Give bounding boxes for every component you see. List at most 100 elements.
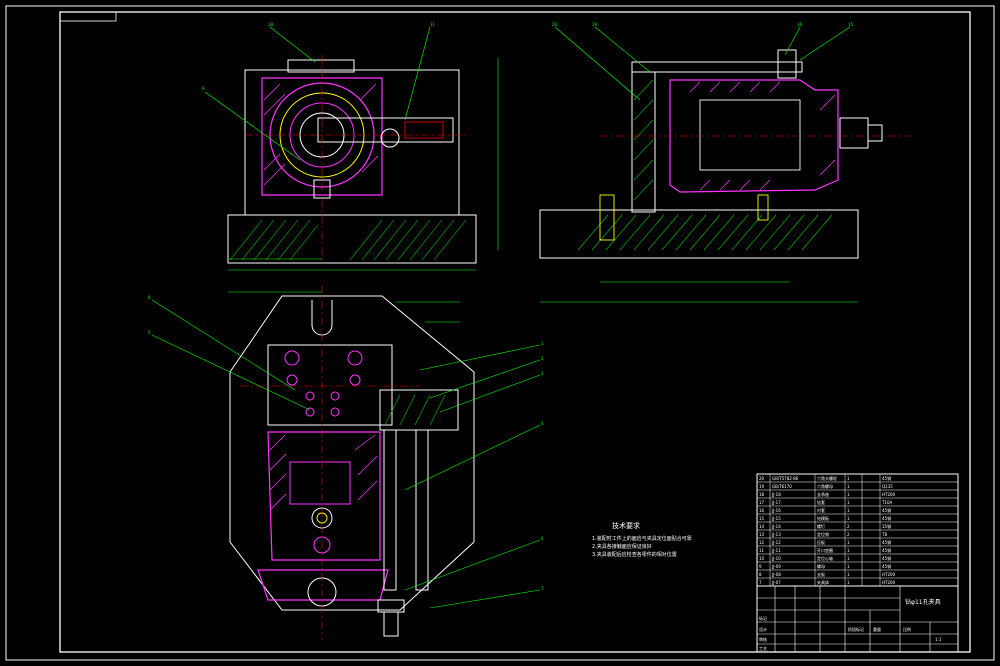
callout-3: 3 [541, 371, 544, 376]
title-label-mark: 标记 [759, 615, 767, 621]
title-label-design: 设计 [759, 626, 767, 632]
bom-cell: 45钢 [882, 475, 891, 481]
bom-cell: 20 [759, 476, 765, 481]
bom-cell: 六角螺母 [817, 483, 833, 489]
front-view-leader-2 [429, 359, 541, 399]
bom-cell: 1 [847, 500, 850, 505]
bom-cell: 开口垫圈 [817, 547, 833, 553]
bom-cell: T8 [881, 532, 887, 537]
bom-cell: JJ-14 [771, 524, 781, 529]
bom-cell: 16 [759, 508, 765, 513]
drawing-number-box [59, 11, 117, 22]
front-view-body-outline [229, 295, 475, 611]
bom-cell: 45钢 [882, 515, 891, 521]
bom-cell: JJ-09 [771, 564, 781, 569]
front-view: 8 5 1 2 3 4 6 7 [148, 285, 544, 640]
bom-cell: 1 [847, 564, 850, 569]
bom-cell: HT200 [882, 492, 896, 497]
bom-cell: 1 [847, 580, 850, 585]
side-view-leader-20 [554, 26, 641, 101]
title-block-frame [756, 585, 959, 653]
top-view-leader-18 [269, 26, 316, 63]
front-view-leader-4 [404, 424, 541, 491]
title-block-name: 钻φ11孔夹具 [905, 598, 941, 606]
side-view-leader-15 [799, 26, 851, 61]
front-view-leader-7 [429, 589, 541, 609]
bom-cell: JJ-10 [771, 556, 781, 561]
tech-requirement-line: 2.夹具各接触面应保证良好 [592, 543, 652, 550]
engineering-drawing-sheet: 18 11 9 20 19 16 15 8 5 1 2 3 4 6 7 技术要求… [5, 5, 995, 661]
front-view-leader-5 [151, 334, 311, 411]
side-view-leader-19 [594, 26, 651, 73]
front-view-leader-3 [439, 374, 541, 413]
side-view-upright [631, 71, 656, 213]
bom-cell: 衬套 [817, 507, 825, 513]
bom-cell: JJ-18 [771, 492, 781, 497]
callout-4: 4 [541, 421, 544, 426]
title-scale-value: 1:1 [935, 637, 942, 642]
bom-cell: JJ-16 [771, 508, 781, 513]
front-view-holes [284, 350, 363, 417]
bom-cell: 7 [759, 580, 762, 585]
bom-cell: 2 [847, 524, 850, 529]
bom-cell: GB/T5782-86 [772, 476, 799, 481]
bom-cell: HT200 [882, 580, 896, 585]
side-view-bolt-right [757, 194, 769, 221]
callout-9: 9 [202, 86, 205, 91]
side-view-base [539, 209, 859, 259]
bom-cell: 10 [759, 556, 765, 561]
bom-cell: 1 [847, 508, 850, 513]
bom-cell: JJ-11 [771, 548, 781, 553]
callout-20: 20 [552, 22, 558, 27]
callout-6: 6 [541, 536, 544, 541]
callout-15: 15 [848, 22, 854, 27]
bom-cell: 2 [847, 532, 850, 537]
title-label-stage: 阶段标记 [848, 626, 864, 632]
bom-cell: 1 [847, 548, 850, 553]
bom-cell: JJ-07 [771, 580, 781, 585]
side-view-mandrel [839, 117, 869, 149]
bom-cell: 45钢 [882, 547, 891, 553]
bom-cell: 支承座 [817, 491, 829, 497]
bom-cell: 支板 [817, 571, 825, 577]
bom-cell: 15 [759, 516, 765, 521]
bom-cell: 9 [759, 564, 762, 569]
bom-cell: 定位销 [817, 531, 829, 537]
side-view-bore [699, 99, 801, 171]
inner-frame [59, 11, 971, 653]
title-label-weight: 重量 [873, 626, 881, 632]
side-view-base-hatch [577, 214, 833, 251]
title-block: 钻φ11孔夹具 标记 设计 审核 工艺 阶段标记 重量 比例 1:1 [756, 585, 959, 653]
bom-cell: 13 [759, 532, 765, 537]
front-view-bottom-housing [257, 569, 389, 601]
tech-requirement-line: 3.夹具装配后应检查各零件的相对位置 [592, 551, 677, 558]
bom-cell: 定位心轴 [817, 555, 833, 561]
side-view-drill-bushing [777, 49, 797, 79]
callout-5: 5 [148, 330, 151, 335]
side-view-bolt-left [599, 194, 615, 241]
side-view-drill-plate [631, 61, 803, 73]
bom-cell: 17 [759, 500, 765, 505]
top-view-leader-9 [204, 91, 301, 161]
callout-18: 18 [268, 22, 274, 27]
callout-1: 1 [541, 341, 544, 346]
bom-grid [757, 474, 958, 587]
bom-cell: 45钢 [882, 563, 891, 569]
callout-7: 7 [541, 586, 544, 591]
title-label-process: 工艺 [759, 646, 767, 651]
bom-cell: 35钢 [882, 523, 891, 529]
front-view-leader-6 [404, 539, 541, 591]
title-label-scale: 比例 [903, 626, 911, 632]
side-view: 20 19 16 15 [539, 22, 910, 303]
top-view: 18 11 9 [202, 22, 499, 271]
front-view-column-hatch [269, 434, 378, 511]
bom-cell: 1 [847, 484, 850, 489]
bom-cell: HT200 [882, 572, 896, 577]
bom-cell: 11 [759, 548, 765, 553]
bom-cell: 螺钉 [817, 523, 825, 529]
top-view-clamp-nut [380, 128, 400, 148]
title-label-review: 审核 [759, 636, 767, 642]
bom-cell: 1 [847, 556, 850, 561]
bom-cell: 8 [759, 572, 762, 577]
front-view-column [267, 431, 381, 561]
